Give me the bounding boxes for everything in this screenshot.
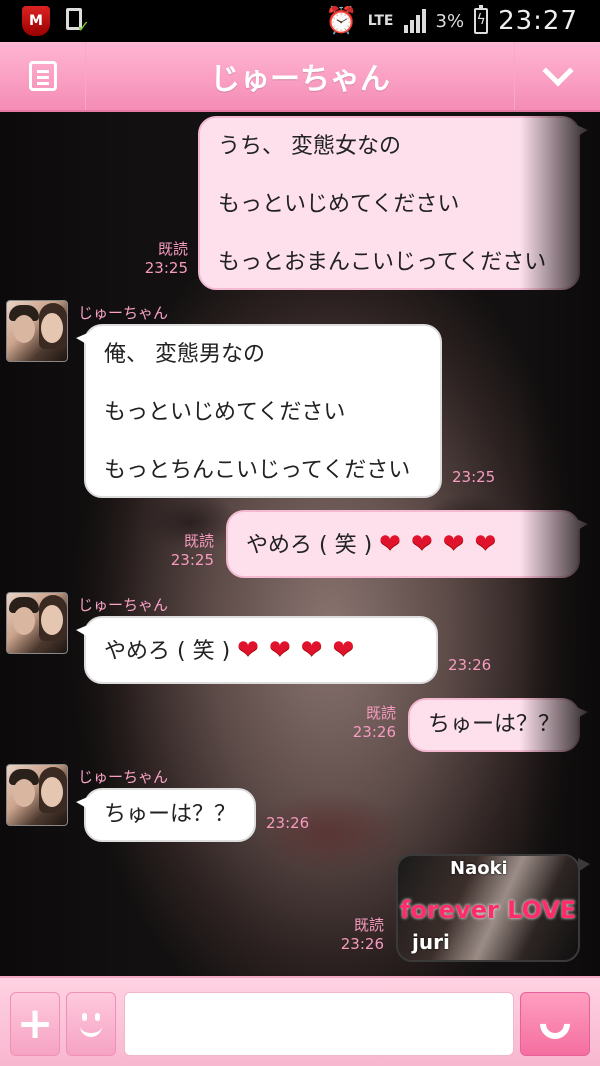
sender-name: じゅーちゃん bbox=[78, 304, 169, 322]
photo-caption-middle: forever LOVE bbox=[400, 896, 577, 924]
message-time: 23:26 bbox=[352, 723, 396, 741]
emoji-button[interactable] bbox=[66, 992, 116, 1056]
message-meta: 既読 23:26 bbox=[334, 704, 396, 742]
menu-icon bbox=[28, 61, 57, 91]
input-bar: + bbox=[0, 976, 600, 1066]
battery-percent: 3% bbox=[435, 10, 465, 32]
menu-button[interactable] bbox=[0, 42, 86, 110]
message-bubble-incoming[interactable]: ちゅーは？？ bbox=[76, 788, 256, 842]
message-input[interactable] bbox=[124, 992, 514, 1056]
alarm-icon: ⏰ bbox=[325, 6, 358, 36]
photo-message[interactable]: Naoki forever LOVE juri bbox=[396, 854, 580, 962]
message-time: 23:26 bbox=[448, 656, 492, 674]
heart-emoji-icon: ❤❤❤❤ bbox=[379, 529, 507, 559]
status-bar: M ✓ ⏰ LTE 3% ϟ 23:27 bbox=[0, 0, 600, 42]
signal-icon bbox=[403, 9, 426, 33]
message-bubble-outgoing[interactable]: うち、 変態女なの もっといじめてください もっとおまんこいじってください bbox=[198, 116, 588, 290]
message-text: ちゅーは？？ bbox=[104, 802, 237, 827]
heart-emoji-icon: ❤❤❤❤ bbox=[237, 635, 365, 665]
emoji-icon bbox=[76, 1009, 106, 1039]
chat-title: じゅーちゃん bbox=[210, 62, 390, 97]
message-text: やめろ ( 笑 ) bbox=[104, 639, 231, 664]
chevron-down-icon bbox=[541, 55, 574, 87]
message-text: やめろ ( 笑 ) bbox=[246, 533, 373, 558]
message-line: もっといじめてください bbox=[218, 192, 460, 217]
read-receipt: 既読 bbox=[353, 916, 384, 934]
message-text: ちゅーは？？ bbox=[428, 712, 561, 737]
plus-button[interactable]: + bbox=[10, 992, 60, 1056]
message-time: 23:26 bbox=[266, 814, 310, 832]
status-clock: 23:27 bbox=[498, 6, 578, 36]
download-complete-icon: ✓ bbox=[64, 6, 90, 36]
message-bubble-incoming[interactable]: やめろ ( 笑 ) ❤❤❤❤ bbox=[76, 616, 438, 684]
phone-icon bbox=[533, 1002, 577, 1046]
photo-caption-top: Naoki bbox=[450, 858, 508, 879]
call-button[interactable] bbox=[520, 992, 590, 1056]
read-receipt: 既読 bbox=[157, 240, 188, 258]
message-line: もっとちんこいじってください bbox=[104, 458, 411, 483]
message-time: 23:25 bbox=[170, 551, 214, 569]
network-type: LTE bbox=[367, 13, 394, 29]
message-line: 俺、 変態男なの bbox=[104, 342, 265, 367]
message-time: 23:25 bbox=[144, 259, 188, 277]
chat-header: じゅーちゃん bbox=[0, 42, 600, 112]
message-meta: 既読 23:26 bbox=[322, 916, 384, 954]
read-receipt: 既読 bbox=[183, 532, 214, 550]
mcafee-icon: M bbox=[22, 6, 50, 36]
avatar[interactable] bbox=[6, 764, 68, 826]
avatar[interactable] bbox=[6, 592, 68, 654]
message-time: 23:26 bbox=[340, 935, 384, 953]
message-line: もっといじめてください bbox=[104, 400, 346, 425]
message-bubble-outgoing[interactable]: やめろ ( 笑 ) ❤❤❤❤ bbox=[226, 510, 588, 578]
read-receipt: 既読 bbox=[365, 704, 396, 722]
bubble-tail bbox=[578, 858, 590, 872]
battery-charging-icon: ϟ bbox=[474, 5, 489, 34]
plus-icon: + bbox=[16, 998, 54, 1049]
sender-name: じゅーちゃん bbox=[78, 768, 169, 786]
message-meta: 既読 23:25 bbox=[152, 532, 214, 570]
message-time: 23:25 bbox=[452, 468, 496, 486]
avatar[interactable] bbox=[6, 300, 68, 362]
message-line: うち、 変態女なの bbox=[218, 134, 401, 159]
message-meta: 既読 23:25 bbox=[126, 240, 188, 278]
sender-name: じゅーちゃん bbox=[78, 596, 169, 614]
chat-area[interactable]: 既読 23:25 うち、 変態女なの もっといじめてください もっとおまんこいじ… bbox=[0, 112, 600, 976]
message-line: もっとおまんこいじってください bbox=[218, 250, 547, 275]
photo-caption-bottom: juri bbox=[412, 930, 450, 954]
expand-button[interactable] bbox=[514, 42, 600, 110]
message-bubble-outgoing[interactable]: ちゅーは？？ bbox=[408, 698, 588, 752]
message-bubble-incoming[interactable]: 俺、 変態男なの もっといじめてください もっとちんこいじってください bbox=[76, 324, 442, 498]
